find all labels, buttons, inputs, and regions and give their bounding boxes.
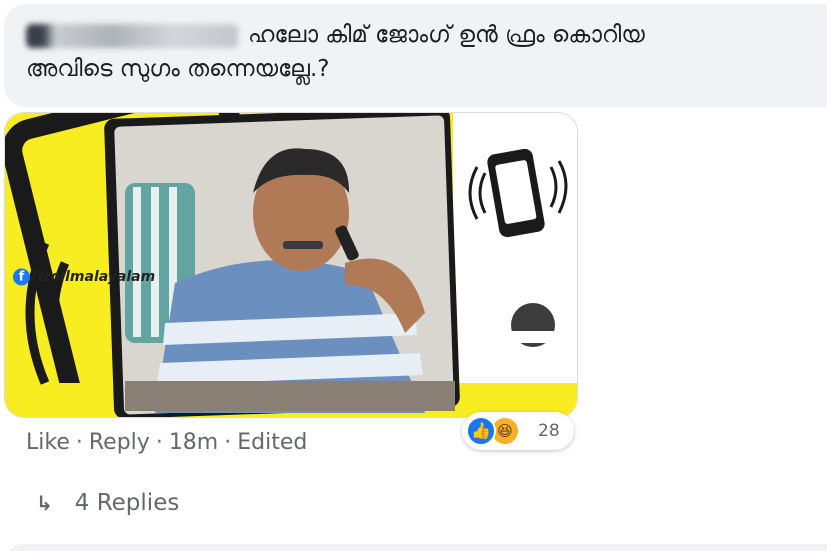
like-icon: 👍: [466, 416, 496, 446]
facebook-icon: f: [13, 268, 30, 286]
separator: ·: [224, 430, 232, 455]
timestamp[interactable]: 18m: [169, 430, 218, 455]
like-link[interactable]: Like: [26, 430, 70, 455]
comment-text-line-1: ഹലോ കിമ് ജോംഗ് ഉൻ ഫ്രം കൊറിയ: [26, 18, 827, 52]
separator: ·: [155, 430, 163, 455]
replies-label: 4 Replies: [74, 490, 180, 516]
reply-link[interactable]: Reply: [89, 430, 150, 455]
comment-text-1: ഹലോ കിമ് ജോംഗ് ഉൻ ഫ്രം കൊറിയ: [248, 22, 645, 48]
comment-actions: Like · Reply · 18m · Edited: [26, 430, 307, 455]
page-handle-text: /trollmalayalam: [32, 269, 156, 285]
view-replies-link[interactable]: ↳ 4 Replies: [36, 490, 179, 516]
page-handle: f/trollmalayalam: [13, 268, 156, 286]
reactions-pill[interactable]: 👍 😆 28: [462, 412, 574, 450]
comment-image[interactable]: f/trollmalayalam: [4, 112, 578, 418]
comment-text-line-2: അവിടെ സുഗം തന്നെയല്ലേ.?: [26, 56, 330, 82]
separator: ·: [75, 430, 83, 455]
next-comment-bubble: [4, 544, 827, 551]
author-name-blurred[interactable]: [26, 23, 238, 48]
meme-image-graphic: [5, 113, 577, 417]
reaction-count: 28: [538, 421, 560, 441]
edited-label[interactable]: Edited: [237, 430, 307, 455]
reply-arrow-icon: ↳: [36, 491, 53, 515]
comment-bubble: ഹലോ കിമ് ജോംഗ് ഉൻ ഫ്രം കൊറിയ അവിടെ സുഗം …: [4, 4, 827, 107]
